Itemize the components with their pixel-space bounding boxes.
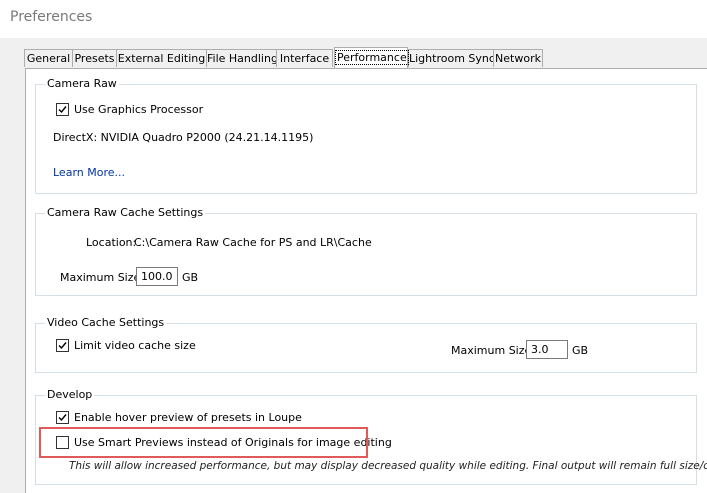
tab-network[interactable]: Network — [493, 49, 543, 67]
develop-legend: Develop — [45, 388, 95, 401]
use-gpu-checkbox[interactable] — [56, 103, 69, 116]
tab-interface[interactable]: Interface — [276, 49, 333, 67]
location-label: Location: — [86, 236, 137, 249]
cache-settings-legend: Camera Raw Cache Settings — [45, 206, 206, 219]
camera-raw-group: Camera Raw Use Graphics Processor Direct… — [35, 77, 697, 194]
window-title: Preferences — [10, 9, 93, 25]
tab-external-editing[interactable]: External Editing — [116, 49, 207, 67]
smart-previews-highlight — [39, 427, 368, 458]
title-bar: Preferences — [0, 0, 707, 38]
hover-preview-label[interactable]: Enable hover preview of presets in Loupe — [74, 411, 302, 424]
tab-presets[interactable]: Presets — [72, 49, 117, 67]
checkmark-icon — [58, 342, 67, 350]
video-unit-label: GB — [572, 344, 589, 357]
tab-general[interactable]: General — [24, 49, 73, 67]
video-cache-legend: Video Cache Settings — [45, 316, 167, 329]
tab-lightroom-sync[interactable]: Lightroom Sync — [408, 49, 495, 67]
cache-settings-group: Camera Raw Cache Settings Location: C:\C… — [35, 206, 697, 296]
tab-performance[interactable]: Performance — [334, 47, 409, 68]
limit-video-cache-label[interactable]: Limit video cache size — [74, 339, 196, 352]
location-path: C:\Camera Raw Cache for PS and LR\Cache — [134, 236, 372, 249]
video-max-size-input[interactable]: 3.0 — [526, 340, 568, 359]
checkmark-icon — [58, 414, 67, 422]
directx-info: DirectX: NVIDIA Quadro P2000 (24.21.14.1… — [53, 131, 314, 144]
checkmark-icon — [58, 106, 67, 114]
video-max-size-label: Maximum Size: — [451, 344, 535, 357]
smart-previews-note: This will allow increased performance, b… — [69, 460, 707, 472]
camera-raw-legend: Camera Raw — [45, 77, 119, 90]
use-gpu-label[interactable]: Use Graphics Processor — [74, 103, 203, 116]
cache-max-size-label: Maximum Size: — [60, 271, 144, 284]
learn-more-link[interactable]: Learn More... — [53, 166, 125, 179]
cache-max-size-input[interactable]: 100.0 — [136, 267, 178, 286]
limit-video-cache-checkbox[interactable] — [56, 339, 69, 352]
video-cache-group: Video Cache Settings Limit video cache s… — [35, 316, 697, 373]
cache-unit-label: GB — [182, 271, 199, 284]
tab-file-handling[interactable]: File Handling — [206, 49, 278, 67]
hover-preview-checkbox[interactable] — [56, 411, 69, 424]
